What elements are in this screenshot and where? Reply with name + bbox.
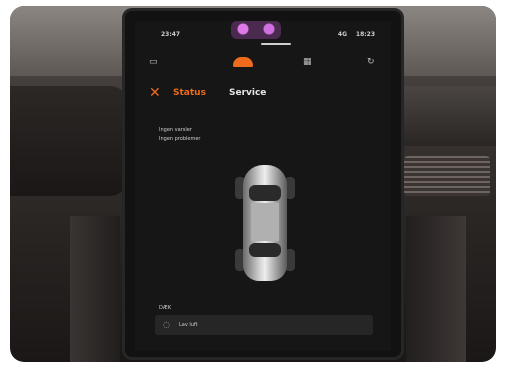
center-console-left bbox=[70, 216, 120, 362]
signal-text: 4G bbox=[337, 31, 347, 38]
display-screen: 23:47 4G 18:23 ▭ ▦ ↻ ✕ Status Service In… bbox=[135, 21, 391, 351]
tab-service[interactable]: Service bbox=[229, 88, 266, 98]
tab-status[interactable]: Status bbox=[173, 88, 206, 98]
center-console-right bbox=[406, 216, 466, 362]
status-line-1: Ingen varsler bbox=[159, 127, 192, 133]
camera-icon[interactable]: ▭ bbox=[149, 57, 158, 67]
status-bar: 23:47 4G 18:23 bbox=[135, 27, 391, 41]
grid-icon[interactable]: ▦ bbox=[303, 57, 312, 67]
close-icon[interactable]: ✕ bbox=[149, 85, 161, 101]
tab-bar: ✕ Status Service bbox=[149, 85, 379, 105]
right-dash-vent bbox=[396, 86, 496, 146]
tire-status-row[interactable]: ◌ Lav luft bbox=[155, 315, 373, 335]
air-vent-grille bbox=[404, 156, 490, 196]
photo-scene: 23:47 4G 18:23 ▭ ▦ ↻ ✕ Status Service In… bbox=[10, 6, 496, 362]
status-line-2: Ingen problemer bbox=[159, 136, 201, 142]
top-icon-row: ▭ ▦ ↻ bbox=[135, 55, 391, 71]
car-rear-window bbox=[249, 243, 281, 257]
tire-icon: ◌ bbox=[163, 320, 170, 329]
refresh-icon[interactable]: ↻ bbox=[367, 57, 375, 67]
car-top-view-image bbox=[231, 159, 299, 287]
infotainment-display: 23:47 4G 18:23 ▭ ▦ ↻ ✕ Status Service In… bbox=[122, 8, 404, 360]
section-heading: DÆK bbox=[159, 305, 171, 311]
clock-text: 18:23 bbox=[355, 31, 375, 38]
left-dash-vent bbox=[10, 86, 128, 196]
car-windshield bbox=[249, 185, 281, 201]
tire-status-label: Lav luft bbox=[179, 322, 198, 328]
status-left-text: 23:47 bbox=[161, 31, 181, 38]
car-icon[interactable] bbox=[233, 57, 253, 67]
car-roof bbox=[251, 203, 279, 241]
camera-indicator bbox=[261, 43, 291, 45]
